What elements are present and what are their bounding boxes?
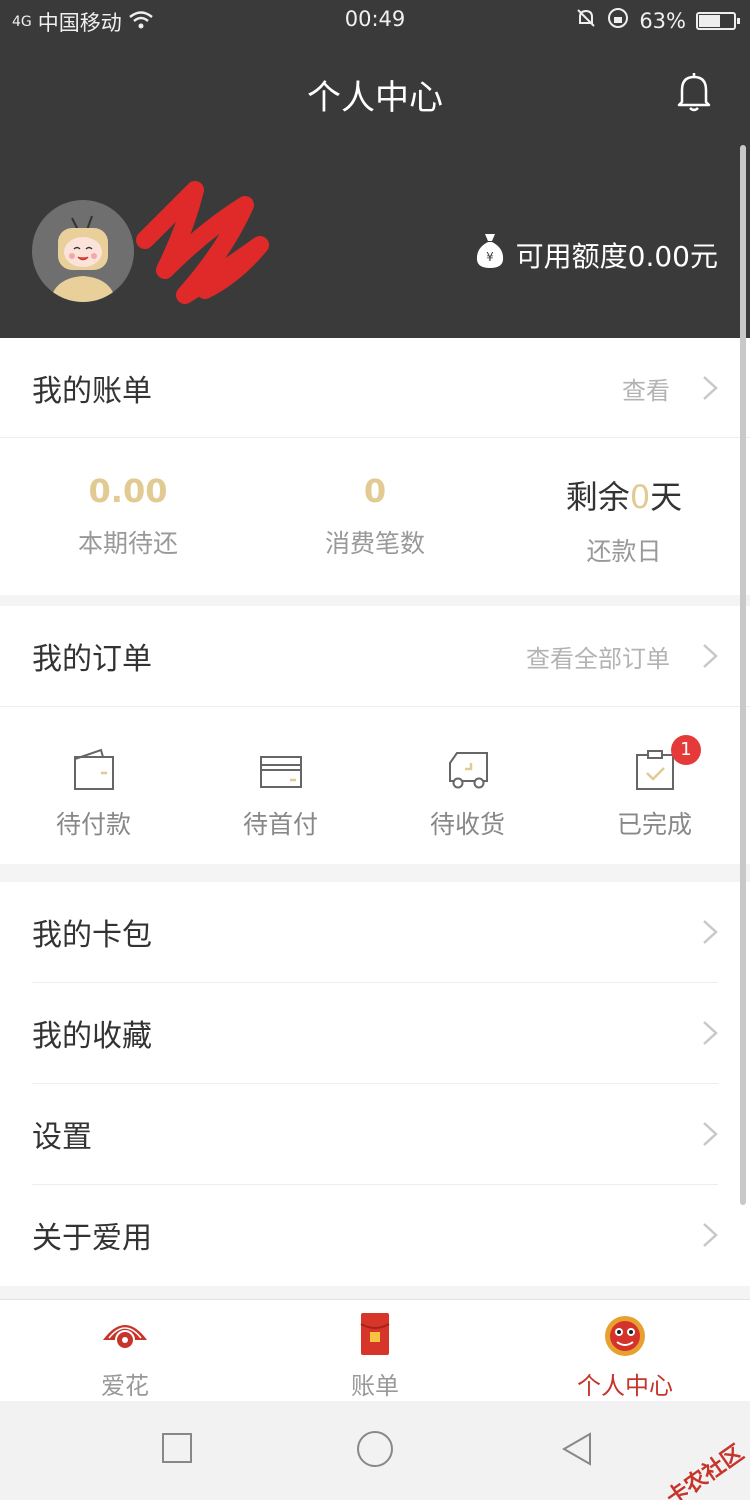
stat-value: 0.00 <box>88 472 168 510</box>
order-label: 已完成 <box>616 810 692 839</box>
battery-fill <box>699 14 720 27</box>
chevron-right-icon <box>703 1223 718 1247</box>
page-title: 个人中心 <box>307 78 443 118</box>
stat-caption: 本期待还 <box>77 529 178 558</box>
chevron-right-icon <box>703 644 718 668</box>
lion-dance-icon <box>605 1316 645 1356</box>
battery-icon <box>696 11 740 30</box>
menu-item-favorites[interactable]: 我的收藏 <box>0 983 750 1083</box>
fan-icon <box>103 1325 147 1350</box>
chevron-right-icon <box>703 1122 718 1146</box>
scrollbar[interactable] <box>740 145 746 1205</box>
stat-caption: 还款日 <box>586 537 662 566</box>
stat-value: 0 <box>363 472 387 510</box>
order-label: 待首付 <box>242 810 318 839</box>
money-bag-icon: ¥ <box>474 232 506 277</box>
system-nav-bar: 卡农社区 <box>0 1401 750 1500</box>
orders-view-all-link[interactable]: 查看全部订单 <box>526 639 670 674</box>
days-prefix: 剩余 <box>565 478 630 516</box>
orders-row[interactable]: 我的订单 查看全部订单 <box>0 606 750 706</box>
stat-repay-day[interactable]: 剩余0天 还款日 <box>499 472 749 568</box>
order-pending-delivery[interactable]: 待收货 <box>374 747 561 841</box>
recent-apps-button[interactable] <box>160 1431 194 1469</box>
bell-icon[interactable] <box>674 70 714 114</box>
orders-title: 我的订单 <box>32 642 152 677</box>
tab-profile[interactable]: 个人中心 <box>500 1310 750 1401</box>
menu-item-label: 关于爱用 <box>32 1221 152 1256</box>
battery-percent: 63% <box>639 8 686 33</box>
stat-caption: 消费笔数 <box>324 529 425 558</box>
profile-header: 个人中心 ¥ 可用额度0.00元 <box>0 40 750 338</box>
status-bar: 4G 中国移动 00:49 63% <box>0 0 750 40</box>
stat-due-amount[interactable]: 0.00 本期待还 <box>3 472 253 560</box>
chevron-right-icon <box>703 920 718 944</box>
chevron-right-icon <box>703 376 718 400</box>
red-envelope-icon <box>360 1313 390 1355</box>
menu-item-label: 我的收藏 <box>32 1019 152 1054</box>
wallet-icon <box>73 748 114 790</box>
days-value: 0 <box>629 478 651 516</box>
tab-aihua[interactable]: 爱花 <box>0 1310 250 1401</box>
days-suffix: 天 <box>650 478 683 516</box>
bill-title: 我的账单 <box>32 374 152 409</box>
credit-limit[interactable]: ¥ 可用额度0.00元 <box>474 232 718 277</box>
back-button[interactable] <box>560 1431 594 1471</box>
order-label: 待收货 <box>429 810 505 839</box>
tab-label: 爱花 <box>101 1372 149 1400</box>
credit-limit-text: 可用额度0.00元 <box>515 239 718 273</box>
redaction-scribble <box>125 180 275 310</box>
menu-item-about[interactable]: 关于爱用 <box>0 1185 750 1285</box>
tab-label: 账单 <box>351 1372 399 1400</box>
bill-view-link[interactable]: 查看 <box>622 371 670 406</box>
order-pending-downpayment[interactable]: 待首付 <box>187 747 374 841</box>
tab-bills[interactable]: 账单 <box>250 1310 500 1401</box>
tab-label: 个人中心 <box>577 1372 673 1400</box>
menu-item-label: 我的卡包 <box>32 918 152 953</box>
bill-row[interactable]: 我的账单 查看 <box>0 338 750 438</box>
order-completed[interactable]: 已完成 1 <box>561 735 748 841</box>
bill-card: 我的账单 查看 0.00 本期待还 0 消费笔数 剩余0天 还款日 <box>0 338 750 595</box>
avatar[interactable] <box>32 200 134 302</box>
bottom-tab-bar: 爱花 账单 个人中心 <box>0 1299 750 1401</box>
home-button[interactable] <box>355 1429 395 1473</box>
divider <box>0 437 750 438</box>
menu-card: 我的卡包 我的收藏 设置 关于爱用 <box>0 882 750 1286</box>
notification-badge: 1 <box>671 735 701 765</box>
menu-item-label: 设置 <box>32 1120 92 1155</box>
svg-text:¥: ¥ <box>486 250 494 264</box>
mute-icon <box>575 7 597 34</box>
menu-item-card-wallet[interactable]: 我的卡包 <box>0 882 750 982</box>
order-label: 待付款 <box>55 810 131 839</box>
stat-days-remaining: 剩余0天 <box>499 472 749 518</box>
orders-card: 我的订单 查看全部订单 待付款 待首付 待收货 已完成 1 <box>0 606 750 864</box>
chevron-right-icon <box>703 1021 718 1045</box>
rotation-lock-icon <box>607 7 629 34</box>
watermark: 卡农社区 <box>662 1440 749 1500</box>
truck-icon <box>448 752 488 789</box>
stat-spend-count[interactable]: 0 消费笔数 <box>250 472 500 560</box>
menu-item-settings[interactable]: 设置 <box>0 1084 750 1184</box>
order-pending-payment[interactable]: 待付款 <box>0 747 187 841</box>
card-icon <box>259 756 302 788</box>
